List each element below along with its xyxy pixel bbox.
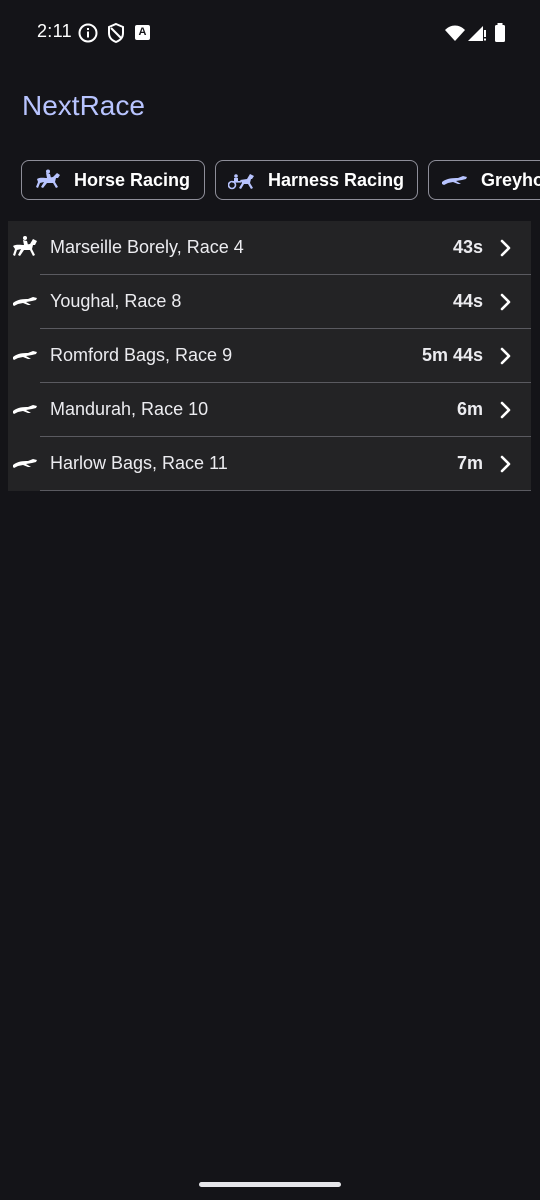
horse-racing-icon <box>36 169 60 188</box>
race-name: Romford Bags, Race 9 <box>50 345 233 365</box>
a-badge-label: A <box>138 26 147 38</box>
app-title: NextRace <box>22 90 145 121</box>
race-name: Marseille Borely, Race 4 <box>50 237 244 257</box>
filter-chips: Horse Racing Harness Racing Greyhound Ra… <box>21 160 540 202</box>
filter-chip-harness-racing[interactable]: Harness Racing <box>215 160 418 200</box>
race-list: Marseille Borely, Race 4 43s Youghal, Ra… <box>8 221 531 491</box>
info-icon <box>78 23 98 43</box>
race-countdown: 5m 44s <box>421 345 483 365</box>
filter-chip-greyhound-racing[interactable]: Greyhound Racing <box>428 160 540 200</box>
race-row[interactable]: Marseille Borely, Race 4 43s <box>8 221 531 275</box>
signal-icon <box>468 26 486 41</box>
greyhound-icon <box>442 176 467 185</box>
row-divider <box>40 490 531 491</box>
screen: 2:11 A NextRace Horse Racing Harness Rac… <box>0 0 540 1200</box>
a-badge-icon: A <box>135 25 150 40</box>
chevron-right-icon <box>500 293 511 311</box>
status-bar: 2:11 A <box>0 0 540 66</box>
race-row[interactable]: Mandurah, Race 10 6m <box>8 383 531 437</box>
filter-chip-horse-racing[interactable]: Horse Racing <box>21 160 205 200</box>
home-indicator[interactable] <box>199 1182 341 1187</box>
race-countdown: 7m <box>456 453 483 473</box>
race-row[interactable]: Youghal, Race 8 44s <box>8 275 531 329</box>
moon-icon[interactable] <box>487 90 523 126</box>
race-countdown: 6m <box>456 399 483 419</box>
race-name: Youghal, Race 8 <box>50 291 182 311</box>
race-name: Harlow Bags, Race 11 <box>50 453 228 473</box>
chevron-right-icon <box>500 455 511 473</box>
wifi-icon <box>445 25 465 41</box>
filter-chip-label: Greyhound Racing <box>481 169 540 190</box>
race-row[interactable]: Romford Bags, Race 9 5m 44s <box>8 329 531 383</box>
race-row[interactable]: Harlow Bags, Race 11 7m <box>8 437 531 491</box>
race-countdown: 44s <box>452 291 483 311</box>
chevron-right-icon <box>500 239 511 257</box>
race-name: Mandurah, Race 10 <box>50 399 209 419</box>
greyhound-icon <box>13 351 37 360</box>
filter-chip-label: Harness Racing <box>268 169 405 190</box>
chevron-right-icon <box>500 401 511 419</box>
status-time: 2:11 <box>37 21 72 41</box>
greyhound-icon <box>13 297 37 306</box>
greyhound-icon <box>13 459 37 468</box>
chevron-right-icon <box>500 347 511 365</box>
battery-icon <box>495 23 505 42</box>
race-countdown: 43s <box>452 237 483 257</box>
shield-icon <box>108 22 124 44</box>
greyhound-icon <box>13 405 37 414</box>
filter-chip-label: Horse Racing <box>74 169 191 190</box>
horse-racing-icon <box>13 236 37 256</box>
harness-racing-icon <box>228 174 254 190</box>
